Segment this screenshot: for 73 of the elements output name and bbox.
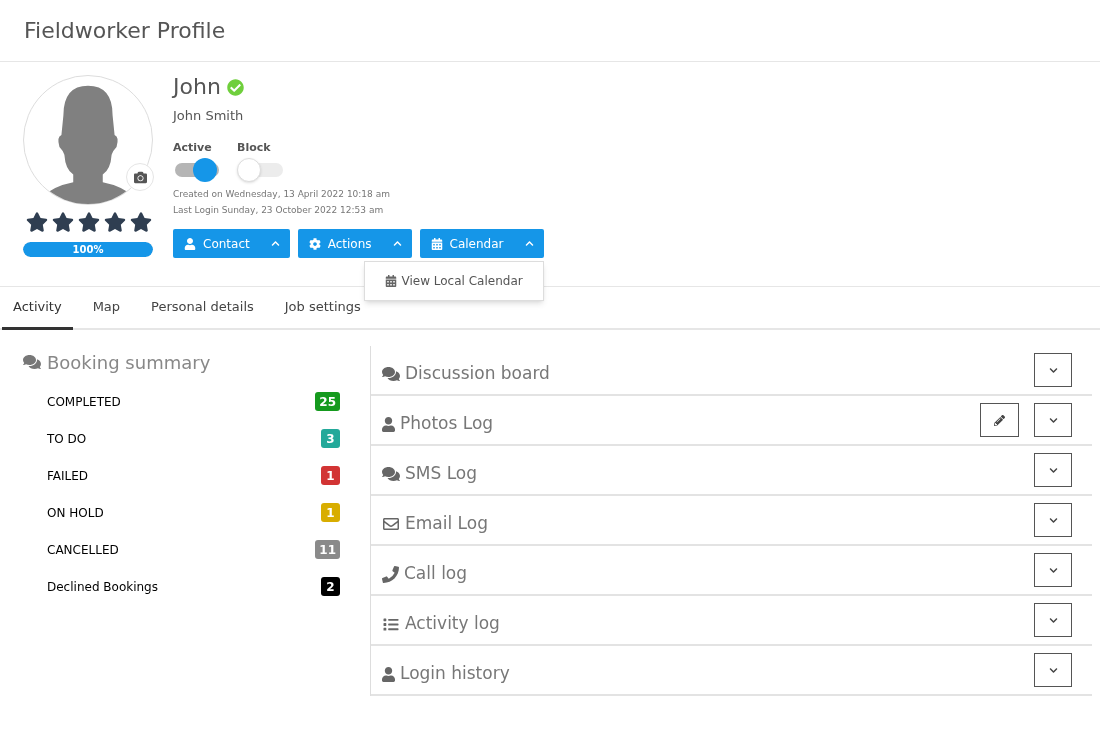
count-badge: 11	[315, 540, 340, 559]
gear-icon	[308, 237, 321, 250]
envelope-icon	[382, 516, 400, 532]
expand-button[interactable]	[1034, 553, 1072, 587]
last-login: Last Login Sunday, 23 October 2022 12:53 am	[173, 203, 385, 217]
section-title: Booking summary	[47, 350, 211, 375]
chevron-down-icon	[1048, 465, 1058, 475]
count-badge: 1	[321, 503, 340, 522]
tab[interactable]: Personal details	[140, 287, 265, 330]
caret-icon	[270, 239, 280, 248]
status-label: CANCELLED	[47, 541, 119, 559]
user-icon	[184, 237, 196, 250]
chevron-down-icon	[1048, 565, 1058, 575]
profile-name: John	[173, 73, 221, 101]
status-label: FAILED	[47, 467, 89, 485]
caret-icon	[524, 239, 534, 248]
expand-button[interactable]	[1034, 603, 1072, 637]
expand-button[interactable]	[1034, 653, 1072, 687]
panel-title: Call log	[404, 562, 468, 586]
edit-button[interactable]	[980, 403, 1019, 437]
tab[interactable]: Activity	[2, 287, 73, 330]
full-name: John Smith	[173, 107, 245, 125]
page-title: Fieldworker Profile	[24, 17, 226, 45]
chevron-down-icon	[1048, 665, 1058, 675]
chevron-down-icon	[1048, 515, 1058, 525]
count-badge: 3	[321, 429, 340, 448]
panel-title: SMS Log	[405, 462, 478, 486]
toggle-switch[interactable]	[173, 157, 219, 181]
toggle-label: Block	[237, 139, 272, 156]
expand-button[interactable]	[1034, 353, 1072, 387]
panel-title: Discussion board	[405, 362, 550, 386]
pencil-icon	[994, 414, 1005, 426]
toggle-switch[interactable]	[237, 157, 283, 181]
tab[interactable]: Map	[81, 287, 132, 330]
status-label: Declined Bookings	[47, 578, 158, 596]
star-icon	[104, 211, 126, 233]
star-icon	[78, 211, 100, 233]
chat-icon	[23, 354, 41, 370]
user-icon	[382, 416, 395, 432]
count-badge: 1	[321, 466, 340, 485]
camera-icon	[133, 170, 147, 184]
count-badge: 25	[315, 392, 340, 411]
created-date: Created on Wednesday, 13 April 2022 10:18 am	[173, 188, 391, 201]
chevron-down-icon	[1048, 365, 1058, 375]
panel-title: Email Log	[405, 512, 488, 536]
chat-icon	[382, 466, 400, 482]
expand-button[interactable]	[1034, 503, 1072, 537]
panel-title: Login history	[400, 662, 510, 686]
status-label: TO DO	[47, 430, 87, 448]
toggle-label: Active	[173, 139, 213, 156]
expand-button[interactable]	[1034, 453, 1072, 487]
status-label: COMPLETED	[47, 393, 121, 411]
camera-button[interactable]	[126, 163, 154, 191]
tab[interactable]: Job settings	[273, 287, 372, 330]
chat-icon	[382, 366, 400, 382]
panel-title: Photos Log	[400, 412, 494, 436]
star-icon	[130, 211, 152, 233]
user-icon	[382, 666, 395, 682]
expand-button[interactable]	[1034, 403, 1072, 437]
chevron-down-icon	[1048, 415, 1058, 425]
menu-item[interactable]: View Local Calendar	[384, 272, 523, 290]
list-icon	[382, 616, 400, 632]
chevron-down-icon	[1048, 615, 1058, 625]
progress-label: 100%	[71, 243, 105, 257]
panel-title: Activity log	[405, 612, 500, 636]
count-badge: 2	[321, 577, 340, 596]
calendar-icon	[384, 275, 397, 287]
caret-icon	[392, 239, 402, 248]
star-icon	[52, 211, 74, 233]
status-label: ON HOLD	[47, 504, 104, 522]
star-icon	[26, 211, 48, 233]
calendar-icon	[430, 237, 443, 250]
phone-icon	[382, 565, 399, 583]
